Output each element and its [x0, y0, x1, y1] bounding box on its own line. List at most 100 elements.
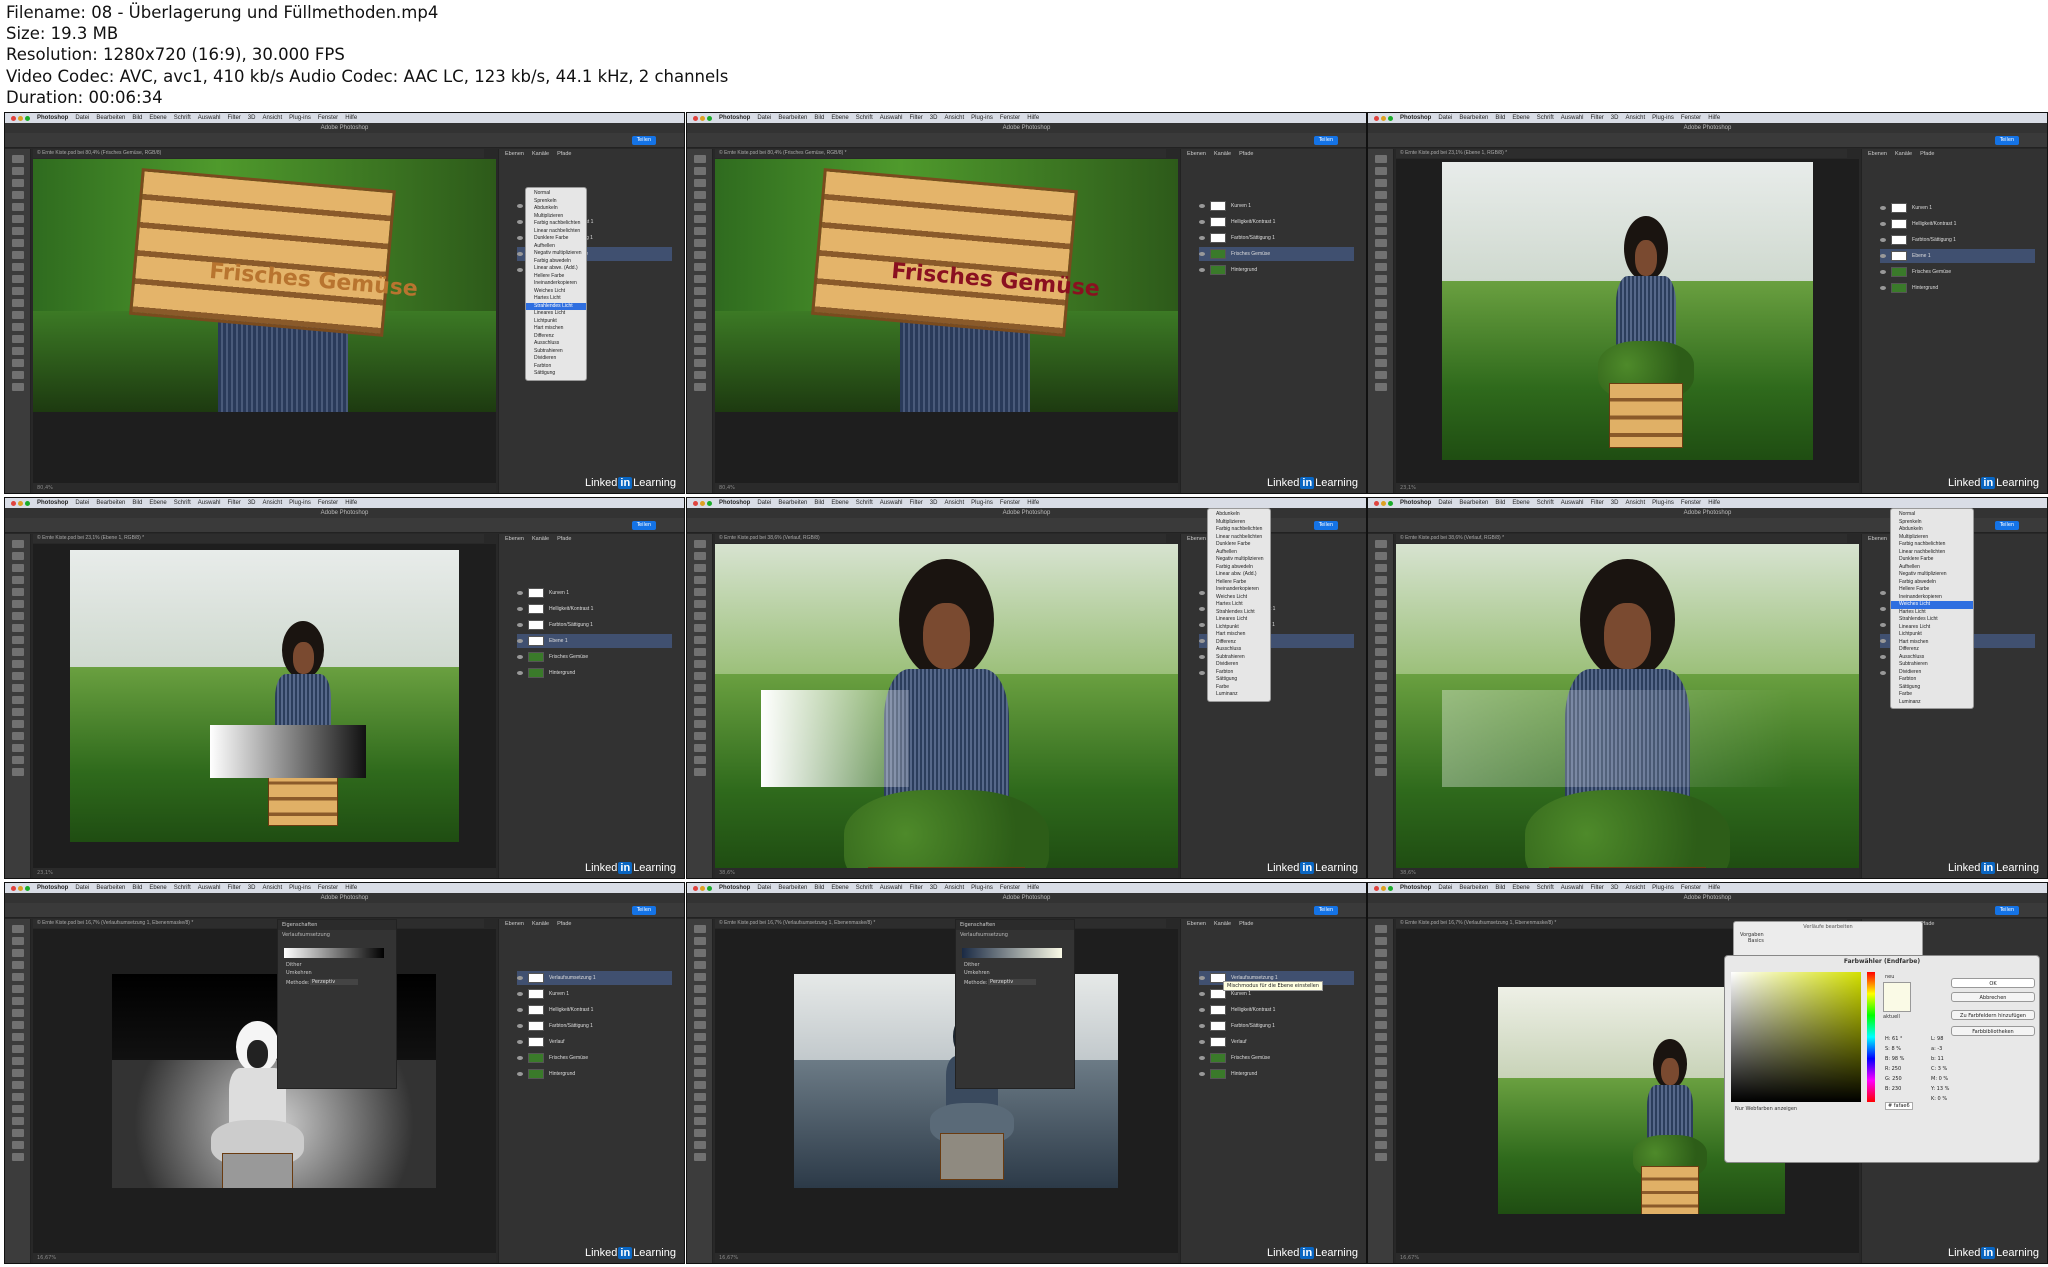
- blend-mode-option[interactable]: Ineinanderkopieren: [1891, 594, 1973, 602]
- blend-mode-option[interactable]: Farbton: [526, 363, 586, 371]
- panel-tab[interactable]: Ebenen: [505, 151, 524, 157]
- layer-row[interactable]: Verlauf: [517, 1035, 672, 1049]
- tool-icon[interactable]: [1375, 359, 1387, 367]
- tool-icon[interactable]: [12, 552, 24, 560]
- layer-row[interactable]: Kurven 1: [1199, 199, 1354, 213]
- menu-item[interactable]: Plug-ins: [289, 500, 311, 506]
- tool-icon[interactable]: [12, 311, 24, 319]
- tool-icon[interactable]: [12, 937, 24, 945]
- tool-icon[interactable]: [1375, 227, 1387, 235]
- blend-mode-option[interactable]: Luminanz: [1891, 699, 1973, 707]
- blend-mode-option[interactable]: Farbton: [1208, 669, 1270, 677]
- layer-row[interactable]: Hintergrund: [1199, 1067, 1354, 1081]
- visibility-eye-icon[interactable]: [1880, 206, 1886, 210]
- tool-icon[interactable]: [12, 1009, 24, 1017]
- blend-mode-option[interactable]: Abdunkeln: [1891, 526, 1973, 534]
- blend-mode-option[interactable]: Hellere Farbe: [1208, 579, 1270, 587]
- menu-item[interactable]: Plug-ins: [1652, 885, 1674, 891]
- tool-icon[interactable]: [694, 383, 706, 391]
- menu-item[interactable]: Filter: [227, 500, 240, 506]
- blend-mode-option[interactable]: Ineinanderkopieren: [526, 280, 586, 288]
- menu-item[interactable]: Plug-ins: [289, 115, 311, 121]
- tool-icon[interactable]: [1375, 576, 1387, 584]
- menu-item[interactable]: Schrift: [1537, 500, 1554, 506]
- blend-mode-option[interactable]: Aufhellen: [526, 243, 586, 251]
- visibility-eye-icon[interactable]: [517, 236, 523, 240]
- layer-row[interactable]: Helligkeit/Kontrast 1: [1199, 215, 1354, 229]
- tool-icon[interactable]: [1375, 1057, 1387, 1065]
- menu-item[interactable]: Ebene: [149, 885, 166, 891]
- tool-icon[interactable]: [1375, 263, 1387, 271]
- menu-item[interactable]: Filter: [1590, 885, 1603, 891]
- tool-icon[interactable]: [12, 1105, 24, 1113]
- visibility-eye-icon[interactable]: [1199, 623, 1205, 627]
- tool-icon[interactable]: [694, 576, 706, 584]
- tool-icon[interactable]: [694, 732, 706, 740]
- tool-icon[interactable]: [694, 239, 706, 247]
- menu-item[interactable]: Ebene: [1512, 500, 1529, 506]
- tool-icon[interactable]: [694, 323, 706, 331]
- tool-icon[interactable]: [694, 672, 706, 680]
- tool-icon[interactable]: [1375, 323, 1387, 331]
- menu-item[interactable]: Ansicht: [944, 885, 964, 891]
- tool-icon[interactable]: [12, 347, 24, 355]
- layer-row[interactable]: Hintergrund: [517, 666, 672, 680]
- tool-icon[interactable]: [1375, 287, 1387, 295]
- layer-row[interactable]: Hintergrund: [517, 1067, 672, 1081]
- visibility-eye-icon[interactable]: [1199, 607, 1205, 611]
- visibility-eye-icon[interactable]: [517, 607, 523, 611]
- video-thumbnail[interactable]: Photoshop Datei Bearbeiten Bild Ebene Schrift…: [4, 112, 685, 494]
- tool-icon[interactable]: [1375, 1105, 1387, 1113]
- tool-icon[interactable]: [1375, 937, 1387, 945]
- menu-item[interactable]: Ebene: [1512, 115, 1529, 121]
- menu-item[interactable]: 3D: [248, 500, 256, 506]
- menu-item[interactable]: Schrift: [856, 885, 873, 891]
- tool-icon[interactable]: [694, 1153, 706, 1161]
- visibility-eye-icon[interactable]: [517, 671, 523, 675]
- document-tab[interactable]: © Ernte Kiste.psd bei 16,7% (Verlaufsums…: [33, 919, 484, 928]
- tool-icon[interactable]: [694, 359, 706, 367]
- layer-row[interactable]: Kurven 1: [517, 586, 672, 600]
- menu-item[interactable]: Auswahl: [198, 885, 221, 891]
- menu-item[interactable]: Filter: [909, 500, 922, 506]
- dialog-button[interactable]: OK: [1951, 978, 2035, 988]
- menu-item[interactable]: Ebene: [831, 500, 848, 506]
- layer-row[interactable]: Verlauf: [1199, 1035, 1354, 1049]
- blend-mode-option[interactable]: Farbig nachbelichten: [1208, 526, 1270, 534]
- panel-tab[interactable]: Pfade: [557, 151, 571, 157]
- blend-mode-option[interactable]: Subtrahieren: [526, 348, 586, 356]
- blend-mode-option[interactable]: Strahlendes Licht: [1891, 616, 1973, 624]
- tool-icon[interactable]: [1375, 636, 1387, 644]
- layer-row[interactable]: Farbton/Sättigung 1: [1880, 233, 2035, 247]
- tool-icon[interactable]: [1375, 215, 1387, 223]
- blend-mode-option[interactable]: Linear nachbelichten: [1208, 534, 1270, 542]
- layer-row[interactable]: Farbton/Sättigung 1: [517, 1019, 672, 1033]
- menu-item[interactable]: Filter: [1590, 500, 1603, 506]
- blend-mode-option[interactable]: Negativ multiplizieren: [1208, 556, 1270, 564]
- menu-item[interactable]: Bild: [814, 885, 824, 891]
- tool-icon[interactable]: [694, 227, 706, 235]
- tool-icon[interactable]: [12, 335, 24, 343]
- visibility-eye-icon[interactable]: [1880, 222, 1886, 226]
- tool-icon[interactable]: [1375, 684, 1387, 692]
- tool-icon[interactable]: [1375, 1117, 1387, 1125]
- tool-icon[interactable]: [12, 371, 24, 379]
- tool-icon[interactable]: [12, 191, 24, 199]
- blend-mode-option[interactable]: Farbig abwedeln: [1208, 564, 1270, 572]
- blend-mode-option[interactable]: Weiches Licht: [526, 288, 586, 296]
- tool-icon[interactable]: [694, 371, 706, 379]
- video-thumbnail[interactable]: Photoshop Datei Bearbeiten Bild Ebene Schrift…: [1367, 112, 2048, 494]
- menu-item[interactable]: Auswahl: [198, 115, 221, 121]
- menu-item[interactable]: Hilfe: [1027, 885, 1039, 891]
- tool-icon[interactable]: [1375, 612, 1387, 620]
- visibility-eye-icon[interactable]: [1199, 976, 1205, 980]
- color-value-field[interactable]: G: 250: [1885, 1076, 1902, 1082]
- blend-mode-option[interactable]: Farbe: [1208, 684, 1270, 692]
- menu-item[interactable]: Ansicht: [262, 885, 282, 891]
- tool-icon[interactable]: [694, 937, 706, 945]
- menu-item[interactable]: Ebene: [149, 115, 166, 121]
- menu-item[interactable]: Plug-ins: [971, 115, 993, 121]
- tool-icon[interactable]: [12, 275, 24, 283]
- menu-item[interactable]: 3D: [1611, 500, 1619, 506]
- blend-mode-option[interactable]: Aufhellen: [1891, 564, 1973, 572]
